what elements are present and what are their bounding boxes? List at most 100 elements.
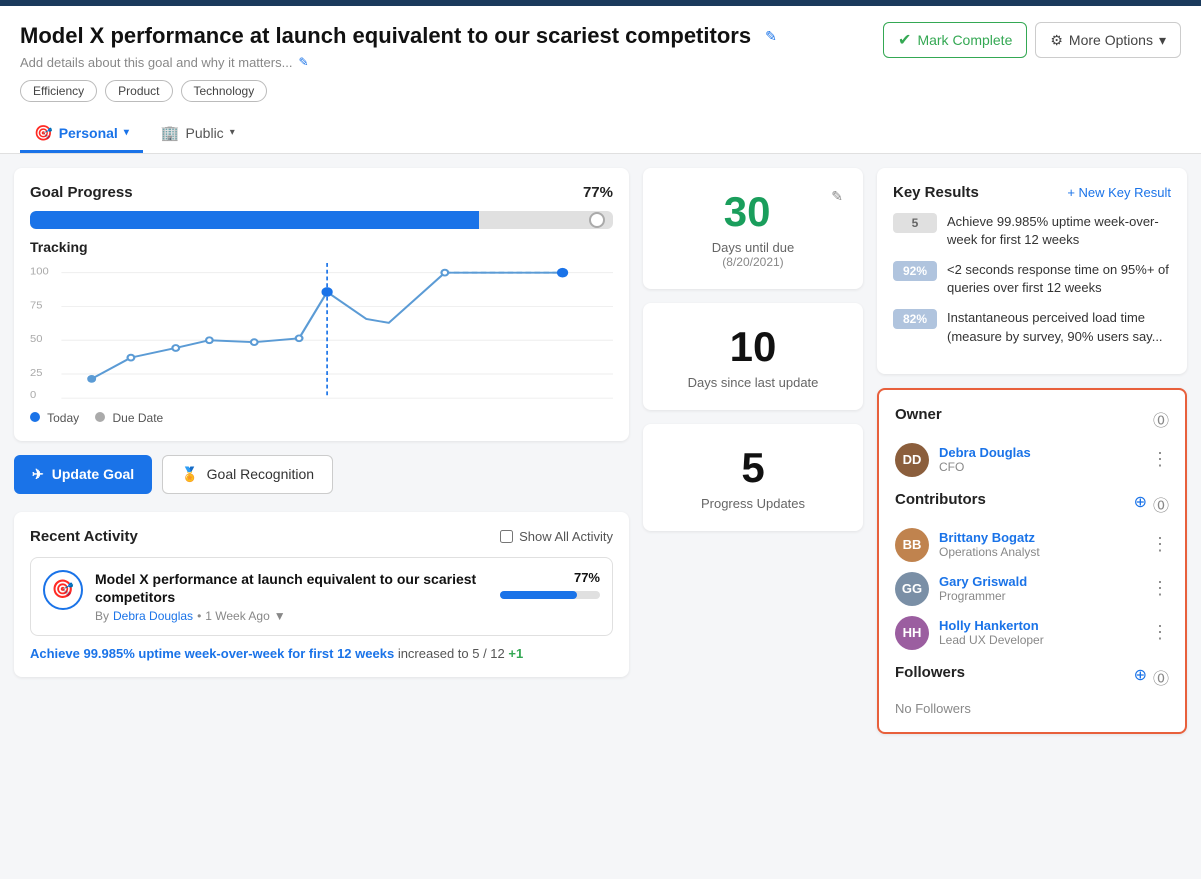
due-date-legend: Due Date (113, 411, 164, 425)
progress-updates-number: 5 (663, 444, 843, 492)
kr-item-3: 82% Instantaneous perceived load time (m… (893, 309, 1171, 345)
activity-author-link[interactable]: Debra Douglas (113, 609, 193, 623)
svg-text:50: 50 (30, 334, 43, 344)
days-until-due-label: Days until due (663, 240, 843, 255)
action-buttons: ✈ Update Goal 🏅 Goal Recognition (14, 455, 629, 494)
mark-complete-button[interactable]: ✔ Mark Complete (883, 22, 1027, 58)
tab-personal[interactable]: 🎯 Personal ▾ (20, 116, 143, 153)
days-edit-icon[interactable]: ✎ (831, 188, 843, 205)
gear-icon: ⚙ (1050, 32, 1063, 49)
key-results-card: Key Results + New Key Result 5 Achieve 9… (877, 168, 1187, 374)
add-details-link-icon[interactable]: ✎ (298, 55, 308, 69)
contributor-info-3: Holly Hankerton Lead UX Developer (939, 618, 1141, 647)
owner-person-row: DD Debra Douglas CFO ⋮ (895, 443, 1169, 477)
title-edit-icon[interactable]: ✎ (765, 28, 777, 45)
contributors-help-icon[interactable]: ⓪ (1153, 492, 1169, 516)
header: Model X performance at launch equivalent… (0, 6, 1201, 154)
svg-text:0: 0 (30, 390, 36, 400)
kr-text-2: <2 seconds response time on 95%+ of quer… (947, 261, 1171, 297)
show-all-activity-label[interactable]: Show All Activity (500, 529, 613, 544)
progress-updates-card: 5 Progress Updates (643, 424, 863, 531)
show-all-activity-checkbox[interactable] (500, 530, 513, 543)
kr-item-2: 92% <2 seconds response time on 95%+ of … (893, 261, 1171, 297)
owner-three-dot[interactable]: ⋮ (1151, 449, 1169, 470)
contributors-title: Contributors (895, 491, 986, 508)
tag-product[interactable]: Product (105, 80, 172, 102)
owner-role: CFO (939, 460, 1141, 474)
contributor-three-dot-3[interactable]: ⋮ (1151, 622, 1169, 643)
contributor-name-2[interactable]: Gary Griswald (939, 574, 1141, 589)
contributor-avatar-1: BB (895, 528, 929, 562)
title-area: Model X performance at launch equivalent… (20, 22, 863, 112)
owner-info: Debra Douglas CFO (939, 445, 1141, 474)
goal-progress-title: Goal Progress (30, 184, 133, 201)
kr-text-1: Achieve 99.985% uptime week-over-week fo… (947, 213, 1171, 249)
svg-text:25: 25 (30, 368, 43, 378)
new-key-result-button[interactable]: + New Key Result (1067, 185, 1171, 200)
page-title: Model X performance at launch equivalent… (20, 22, 751, 51)
public-icon: 🏢 (161, 124, 180, 142)
more-options-button[interactable]: ⚙ More Options ▾ (1035, 22, 1181, 58)
activity-item-title: Model X performance at launch equivalent… (95, 570, 488, 606)
activity-chevron[interactable]: ▼ (274, 609, 286, 623)
activity-bottom-text: Achieve 99.985% uptime week-over-week fo… (30, 646, 613, 661)
target-activity-icon: 🎯 (52, 579, 74, 600)
tab-public[interactable]: 🏢 Public ▾ (147, 116, 249, 153)
activity-content: Model X performance at launch equivalent… (95, 570, 488, 623)
chart-svg: 100 75 50 25 0 Jun 21, 2021 Jul 5, 2021 (30, 263, 613, 403)
owner-help-icon[interactable]: ⓪ (1153, 407, 1169, 431)
goal-progress-card: Goal Progress 77% Tracking 100 75 50 25 … (14, 168, 629, 441)
check-icon: ✔ (898, 30, 911, 50)
contributor-row-3: HH Holly Hankerton Lead UX Developer ⋮ (895, 616, 1169, 650)
owner-name[interactable]: Debra Douglas (939, 445, 1141, 460)
days-since-update-number: 10 (663, 323, 843, 371)
nav-tabs: 🎯 Personal ▾ 🏢 Public ▾ (20, 116, 1181, 153)
tag-efficiency[interactable]: Efficiency (20, 80, 97, 102)
key-results-title: Key Results (893, 184, 979, 201)
key-results-header: Key Results + New Key Result (893, 184, 1171, 201)
award-icon: 🏅 (181, 466, 198, 483)
activity-badge: +1 (508, 646, 523, 661)
followers-help-icon[interactable]: ⓪ (1153, 665, 1169, 689)
goal-recognition-button[interactable]: 🏅 Goal Recognition (162, 455, 333, 494)
goal-progress-header: Goal Progress 77% (30, 184, 613, 201)
tags-container: Efficiency Product Technology (20, 80, 863, 102)
contributor-avatar-3: HH (895, 616, 929, 650)
kr-badge-1: 5 (893, 213, 937, 233)
no-followers: No Followers (895, 701, 1169, 716)
tab-personal-arrow: ▾ (124, 127, 129, 138)
header-buttons: ✔ Mark Complete ⚙ More Options ▾ (883, 22, 1181, 58)
followers-icons: ⊕ ⓪ (1134, 665, 1169, 689)
today-dot (30, 412, 40, 422)
add-contributor-icon[interactable]: ⊕ (1134, 492, 1147, 516)
activity-icon: 🎯 (43, 570, 83, 610)
chevron-down-icon: ▾ (1159, 32, 1166, 49)
contributors-icons: ⊕ ⓪ (1134, 492, 1169, 516)
activity-header: Recent Activity Show All Activity (30, 528, 613, 545)
followers-header: Followers ⊕ ⓪ (895, 664, 1169, 691)
chart-legend: Today Due Date (30, 411, 613, 425)
contributor-avatar-2: GG (895, 572, 929, 606)
progress-bar-fill (30, 211, 479, 229)
contributor-info-2: Gary Griswald Programmer (939, 574, 1141, 603)
contributor-name-1[interactable]: Brittany Bogatz (939, 530, 1141, 545)
contributor-three-dot-2[interactable]: ⋮ (1151, 578, 1169, 599)
left-column: Goal Progress 77% Tracking 100 75 50 25 … (14, 168, 629, 734)
activity-percent: 77% (574, 570, 600, 585)
send-icon: ✈ (32, 466, 44, 483)
activity-meta: By Debra Douglas • 1 Week Ago ▼ (95, 609, 488, 623)
contributor-info-1: Brittany Bogatz Operations Analyst (939, 530, 1141, 559)
kr-item-1: 5 Achieve 99.985% uptime week-over-week … (893, 213, 1171, 249)
add-details[interactable]: Add details about this goal and why it m… (20, 55, 863, 70)
kr-badge-3: 82% (893, 309, 937, 329)
add-follower-icon[interactable]: ⊕ (1134, 665, 1147, 689)
contributor-name-3[interactable]: Holly Hankerton (939, 618, 1141, 633)
owner-avatar: DD (895, 443, 929, 477)
due-date-dot (95, 412, 105, 422)
update-goal-button[interactable]: ✈ Update Goal (14, 455, 152, 494)
kr-text-3: Instantaneous perceived load time (measu… (947, 309, 1171, 345)
tag-technology[interactable]: Technology (181, 80, 268, 102)
contributor-three-dot-1[interactable]: ⋮ (1151, 534, 1169, 555)
tracking-title: Tracking (30, 239, 613, 255)
chart-area: 100 75 50 25 0 Jun 21, 2021 Jul 5, 2021 (30, 263, 613, 403)
